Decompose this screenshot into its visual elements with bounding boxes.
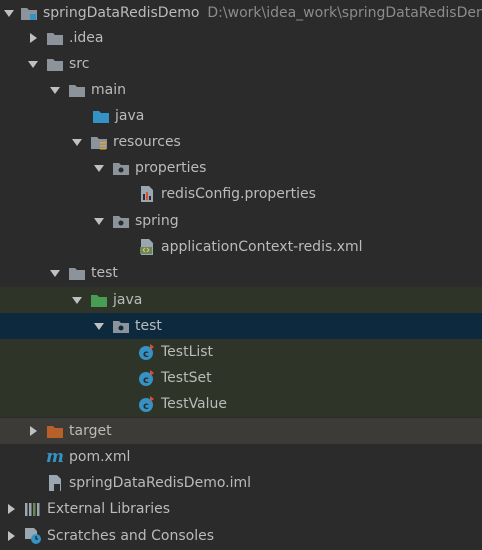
excluded-folder-icon xyxy=(46,422,64,440)
scratches-icon xyxy=(24,527,42,545)
tree-row-resources[interactable]: resources xyxy=(0,129,482,155)
collapsed-arrow-icon[interactable] xyxy=(4,529,18,543)
tree-label: src xyxy=(69,56,90,72)
tree-row-test[interactable]: test xyxy=(0,260,482,286)
tree-label: main xyxy=(91,82,126,98)
tree-label: spring xyxy=(135,213,179,229)
folder-icon xyxy=(68,264,86,282)
tree-row-src[interactable]: src xyxy=(0,51,482,77)
folder-icon xyxy=(68,81,86,99)
expanded-arrow-icon[interactable] xyxy=(92,161,106,175)
svg-text:c: c xyxy=(143,375,149,386)
tree-label: Scratches and Consoles xyxy=(47,528,214,544)
expanded-arrow-icon[interactable] xyxy=(4,6,14,20)
tree-row-project-root[interactable]: springDataRedisDemo D:\work\idea_work\sp… xyxy=(0,0,482,26)
tree-label: target xyxy=(69,423,112,439)
package-folder-icon xyxy=(112,212,130,230)
expanded-arrow-icon[interactable] xyxy=(48,266,62,280)
expanded-arrow-icon[interactable] xyxy=(48,83,62,97)
folder-icon xyxy=(46,29,64,47)
tree-label: External Libraries xyxy=(47,501,170,517)
package-folder-icon xyxy=(112,317,130,335)
tree-row-test-java[interactable]: java xyxy=(0,287,482,313)
tree-row-app-context[interactable]: applicationContext-redis.xml xyxy=(0,234,482,260)
svg-text:c: c xyxy=(143,349,149,360)
expanded-arrow-icon[interactable] xyxy=(70,293,84,307)
tree-row-properties[interactable]: properties xyxy=(0,155,482,181)
source-folder-icon xyxy=(92,107,110,125)
tree-row-iml[interactable]: springDataRedisDemo.iml xyxy=(0,470,482,496)
tree-row-pom[interactable]: m pom.xml xyxy=(0,444,482,470)
svg-text:c: c xyxy=(143,401,149,412)
test-class-icon: c xyxy=(138,369,156,387)
test-class-icon: c xyxy=(138,395,156,413)
tree-row-scratches[interactable]: Scratches and Consoles xyxy=(0,523,482,549)
tree-label: applicationContext-redis.xml xyxy=(161,239,363,255)
expanded-arrow-icon[interactable] xyxy=(92,319,106,333)
tree-label: pom.xml xyxy=(69,449,131,465)
project-name: springDataRedisDemo xyxy=(43,5,200,21)
project-path: D:\work\idea_work\springDataRedisDemo xyxy=(207,5,482,21)
tree-row-test-package[interactable]: test xyxy=(0,313,482,339)
expanded-arrow-icon[interactable] xyxy=(92,214,106,228)
tree-label: resources xyxy=(113,134,181,150)
collapsed-arrow-icon[interactable] xyxy=(26,424,40,438)
tree-row-redis-config[interactable]: redisConfig.properties xyxy=(0,181,482,207)
tree-row-spring[interactable]: spring xyxy=(0,208,482,234)
tree-row-external-libraries[interactable]: External Libraries xyxy=(0,496,482,522)
tree-label: redisConfig.properties xyxy=(161,186,316,202)
module-folder-icon xyxy=(20,4,38,22)
tree-row-main-java[interactable]: java xyxy=(0,103,482,129)
spring-xml-file-icon xyxy=(138,238,156,256)
collapsed-arrow-icon[interactable] xyxy=(4,502,18,516)
tree-label: java xyxy=(113,292,143,308)
tree-row-main[interactable]: main xyxy=(0,77,482,103)
expanded-arrow-icon[interactable] xyxy=(70,135,84,149)
tree-label: springDataRedisDemo.iml xyxy=(69,475,252,491)
tree-row-idea[interactable]: .idea xyxy=(0,25,482,51)
tree-row-test-list[interactable]: c TestList xyxy=(0,339,482,365)
tree-label: TestList xyxy=(161,344,214,360)
tree-label: .idea xyxy=(69,30,104,46)
tree-label: TestSet xyxy=(161,370,212,386)
tree-label: test xyxy=(135,318,162,334)
expanded-arrow-icon[interactable] xyxy=(26,57,40,71)
module-file-icon xyxy=(46,474,64,492)
tree-row-test-set[interactable]: c TestSet xyxy=(0,365,482,391)
tree-label: test xyxy=(91,265,118,281)
svg-text:m: m xyxy=(46,448,64,466)
maven-icon: m xyxy=(46,448,64,466)
properties-file-icon xyxy=(138,185,156,203)
tree-label: properties xyxy=(135,160,207,176)
folder-icon xyxy=(46,55,64,73)
tree-label: java xyxy=(115,108,145,124)
tree-row-target[interactable]: target xyxy=(0,418,482,444)
tree-label: TestValue xyxy=(161,396,228,412)
package-folder-icon xyxy=(112,159,130,177)
collapsed-arrow-icon[interactable] xyxy=(26,31,40,45)
test-class-icon: c xyxy=(138,343,156,361)
tree-row-test-value[interactable]: c TestValue xyxy=(0,391,482,417)
test-source-folder-icon xyxy=(90,291,108,309)
resources-folder-icon xyxy=(90,133,108,151)
libraries-icon xyxy=(24,500,42,518)
